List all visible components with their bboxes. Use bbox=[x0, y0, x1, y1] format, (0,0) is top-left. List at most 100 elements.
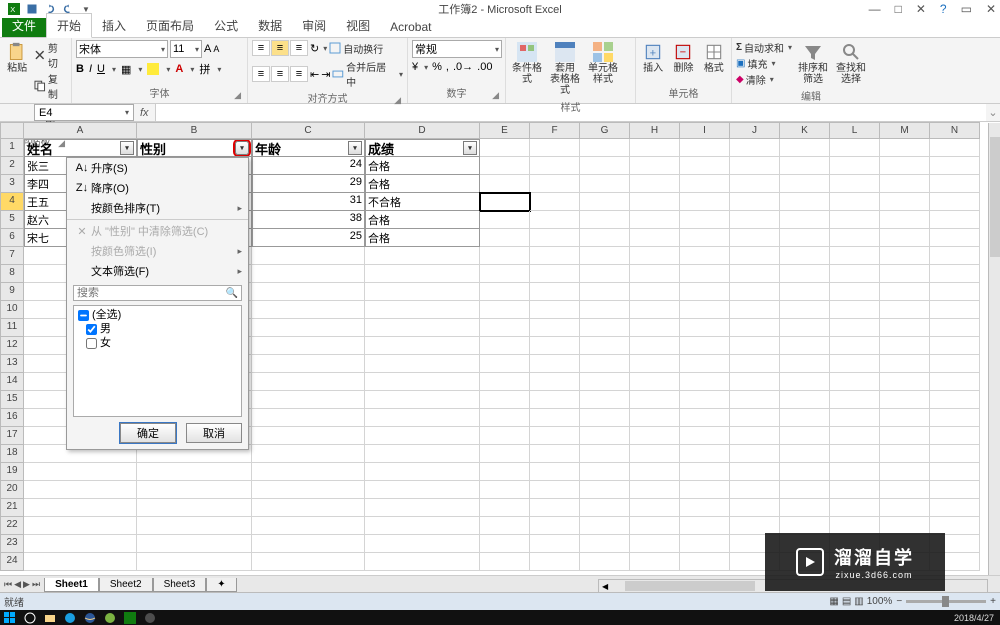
row-header[interactable]: 18 bbox=[0, 445, 24, 463]
cell[interactable] bbox=[137, 499, 252, 517]
cell[interactable] bbox=[365, 391, 480, 409]
cell[interactable] bbox=[880, 409, 930, 427]
cell[interactable] bbox=[780, 247, 830, 265]
cell[interactable] bbox=[24, 553, 137, 571]
cell[interactable] bbox=[780, 265, 830, 283]
cell[interactable] bbox=[24, 499, 137, 517]
cell[interactable] bbox=[580, 193, 630, 211]
cell[interactable] bbox=[880, 247, 930, 265]
cell[interactable] bbox=[930, 175, 980, 193]
taskbar-clock[interactable]: 2018/4/27 bbox=[954, 614, 994, 622]
cell[interactable] bbox=[680, 409, 730, 427]
cell[interactable] bbox=[580, 463, 630, 481]
cell[interactable] bbox=[930, 355, 980, 373]
cell[interactable] bbox=[580, 391, 630, 409]
expand-formula-icon[interactable]: ⌄ bbox=[986, 104, 1000, 121]
find-select-button[interactable]: 查找和选择 bbox=[834, 40, 868, 87]
app-icon[interactable] bbox=[100, 611, 120, 625]
cell[interactable] bbox=[680, 283, 730, 301]
cell[interactable]: 性别▾ bbox=[137, 139, 252, 157]
row-header[interactable]: 21 bbox=[0, 499, 24, 517]
cell[interactable] bbox=[930, 247, 980, 265]
font-size-select[interactable]: 11▾ bbox=[170, 40, 202, 58]
view-normal-icon[interactable]: ▦ bbox=[829, 596, 838, 607]
cell[interactable] bbox=[830, 481, 880, 499]
cell[interactable] bbox=[630, 481, 680, 499]
cell[interactable] bbox=[930, 391, 980, 409]
font-name-select[interactable]: 宋体▾ bbox=[76, 40, 168, 58]
cell[interactable] bbox=[530, 175, 580, 193]
cell[interactable] bbox=[480, 319, 530, 337]
col-header[interactable]: H bbox=[630, 122, 680, 139]
cell[interactable] bbox=[830, 247, 880, 265]
cell[interactable] bbox=[480, 481, 530, 499]
sheet-tab-1[interactable]: Sheet1 bbox=[44, 578, 99, 592]
cell[interactable] bbox=[530, 193, 580, 211]
cell[interactable] bbox=[880, 283, 930, 301]
cell[interactable] bbox=[780, 481, 830, 499]
row-header[interactable]: 14 bbox=[0, 373, 24, 391]
cell[interactable] bbox=[365, 517, 480, 535]
cell[interactable] bbox=[730, 355, 780, 373]
indent-increase-icon[interactable]: ⇥ bbox=[321, 68, 330, 81]
cell[interactable] bbox=[730, 247, 780, 265]
number-format-select[interactable]: 常规▾ bbox=[412, 40, 502, 58]
cell[interactable] bbox=[880, 337, 930, 355]
row-header[interactable]: 8 bbox=[0, 265, 24, 283]
cell[interactable] bbox=[530, 409, 580, 427]
col-header[interactable]: M bbox=[880, 122, 930, 139]
cell[interactable] bbox=[530, 535, 580, 553]
cell[interactable] bbox=[530, 229, 580, 247]
cell[interactable] bbox=[680, 157, 730, 175]
font-color-button[interactable]: A bbox=[175, 63, 183, 75]
cell[interactable] bbox=[580, 157, 630, 175]
cell[interactable] bbox=[480, 373, 530, 391]
cell[interactable] bbox=[880, 301, 930, 319]
cell[interactable] bbox=[252, 265, 365, 283]
cell[interactable] bbox=[680, 427, 730, 445]
orientation-icon[interactable]: ↻ bbox=[310, 42, 319, 55]
cell[interactable] bbox=[780, 463, 830, 481]
cell[interactable] bbox=[580, 139, 630, 157]
filter-select-all[interactable]: (全选) bbox=[76, 308, 239, 322]
cell[interactable] bbox=[730, 193, 780, 211]
copy-button[interactable]: 复制 bbox=[34, 71, 67, 101]
align-bottom-icon[interactable]: ≡ bbox=[290, 40, 308, 56]
row-header[interactable]: 24 bbox=[0, 553, 24, 571]
cell[interactable] bbox=[480, 247, 530, 265]
cell[interactable]: 年龄▾ bbox=[252, 139, 365, 157]
cell[interactable] bbox=[580, 247, 630, 265]
cell[interactable] bbox=[365, 463, 480, 481]
cell[interactable] bbox=[480, 463, 530, 481]
cell[interactable]: 合格 bbox=[365, 211, 480, 229]
cell[interactable] bbox=[252, 247, 365, 265]
cell[interactable] bbox=[530, 517, 580, 535]
filter-cancel-button[interactable]: 取消 bbox=[186, 423, 242, 443]
cell[interactable]: 29 bbox=[252, 175, 365, 193]
cell[interactable] bbox=[780, 211, 830, 229]
cell[interactable] bbox=[930, 337, 980, 355]
cell[interactable] bbox=[830, 319, 880, 337]
cell[interactable] bbox=[580, 301, 630, 319]
row-header[interactable]: 19 bbox=[0, 463, 24, 481]
cell[interactable] bbox=[930, 301, 980, 319]
cell[interactable] bbox=[480, 193, 530, 211]
cell[interactable] bbox=[930, 139, 980, 157]
cell[interactable] bbox=[680, 175, 730, 193]
cell[interactable] bbox=[580, 175, 630, 193]
cell[interactable] bbox=[630, 337, 680, 355]
cell[interactable] bbox=[252, 499, 365, 517]
italic-button[interactable]: I bbox=[89, 63, 92, 75]
percent-icon[interactable]: % bbox=[432, 61, 442, 73]
cell[interactable]: 24 bbox=[252, 157, 365, 175]
cell[interactable] bbox=[630, 193, 680, 211]
cell[interactable] bbox=[252, 337, 365, 355]
cell[interactable] bbox=[365, 373, 480, 391]
cell[interactable] bbox=[830, 355, 880, 373]
cell[interactable] bbox=[137, 535, 252, 553]
zoom-in-icon[interactable]: + bbox=[990, 596, 996, 607]
cell[interactable] bbox=[730, 373, 780, 391]
cell[interactable] bbox=[630, 229, 680, 247]
cell[interactable] bbox=[630, 283, 680, 301]
cell[interactable] bbox=[830, 301, 880, 319]
